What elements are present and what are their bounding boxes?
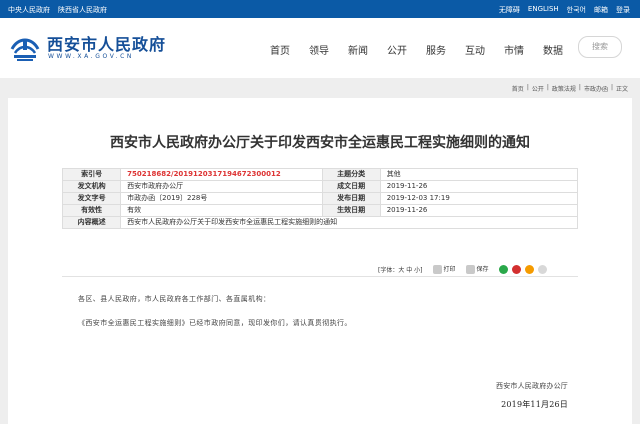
xian-logo-icon[interactable]: [8, 31, 42, 63]
meta-label-published: 发布日期: [321, 192, 381, 205]
more-share-icon[interactable]: [537, 264, 547, 274]
meta-label-topic: 主题分类: [321, 168, 381, 181]
meta-value-published: 2019-12-03 17:19: [379, 192, 579, 205]
meta-value-validity: 有效: [120, 204, 323, 217]
meta-label-summary: 内容概述: [61, 216, 122, 229]
body-paragraph-2: 《西安市全运惠民工程实施细则》已经市政府同意，现印发你们，请认真贯彻执行。: [78, 319, 352, 327]
signature-date: 2019年11月26日: [501, 400, 568, 409]
meta-value-effective: 2019-11-26: [379, 204, 579, 217]
print-label: 打印: [443, 266, 456, 273]
breadcrumb-sep: |: [578, 84, 581, 91]
top-bar: 中央人民政府 陕西省人民政府 无障碍 ENGLISH 한국어 邮箱 登录: [0, 0, 640, 18]
breadcrumb-sep: |: [526, 84, 529, 91]
link-mailbox[interactable]: 邮箱: [594, 5, 608, 15]
meta-value-issuer: 西安市政府办公厅: [120, 180, 323, 193]
signature-org: 西安市人民政府办公厅: [496, 382, 568, 390]
article-title: 西安市人民政府办公厅关于印发西安市全运惠民工程实施细则的通知: [110, 135, 530, 151]
article-tools: [字体：大 中 小] 打印 保存: [378, 264, 547, 274]
breadcrumb-home[interactable]: 首页: [512, 84, 524, 93]
meta-label-index: 索引号: [61, 168, 122, 181]
nav-public[interactable]: 公开: [387, 42, 407, 57]
meta-value-created: 2019-11-26: [379, 180, 579, 193]
breadcrumb-sep: |: [610, 84, 613, 91]
meta-row: 索引号 750218682/2019120317194672300012 主题分…: [61, 168, 579, 181]
print-button[interactable]: 打印: [432, 264, 456, 274]
meta-value-docno: 市政办函〔2019〕228号: [120, 192, 323, 205]
breadcrumb-current: 正文: [615, 86, 628, 93]
site-name[interactable]: 西安市人民政府: [47, 31, 166, 55]
save-button[interactable]: 保存: [465, 264, 489, 274]
nav-leaders[interactable]: 领导: [309, 42, 329, 57]
meta-row: 发文机构 西安市政府办公厅 成文日期 2019-11-26: [61, 180, 579, 193]
meta-label-docno: 发文字号: [61, 192, 122, 205]
nav-city-info[interactable]: 市情: [504, 42, 524, 57]
qzone-icon[interactable]: [524, 264, 534, 274]
article-meta-table: 索引号 750218682/2019120317194672300012 主题分…: [61, 168, 579, 229]
main-nav: 首页 领导 新闻 公开 服务 互动 市情 数据: [270, 42, 563, 57]
meta-row: 内容概述 西安市人民政府办公厅关于印发西安市全运惠民工程实施细则的通知: [61, 216, 578, 229]
font-size-control[interactable]: [字体：大 中 小]: [378, 265, 423, 274]
wechat-icon[interactable]: [498, 264, 508, 274]
signature-block: 西安市人民政府办公厅 2019年11月26日: [496, 381, 568, 410]
nav-services[interactable]: 服务: [426, 42, 446, 57]
link-shaanxi-gov[interactable]: 陕西省人民政府: [58, 5, 107, 15]
search-button[interactable]: 搜索: [578, 36, 622, 58]
share-buttons: [498, 264, 547, 274]
nav-interaction[interactable]: 互动: [465, 42, 485, 57]
weibo-icon[interactable]: [511, 264, 521, 274]
link-english[interactable]: ENGLISH: [528, 5, 559, 15]
link-login[interactable]: 登录: [616, 5, 630, 15]
meta-row: 有效性 有效 生效日期 2019-11-26: [61, 204, 579, 217]
breadcrumb: 首页 | 公开 | 政策法规 | 市政办函 | 正文: [512, 84, 628, 93]
link-central-gov[interactable]: 中央人民政府: [8, 5, 50, 15]
meta-label-created: 成文日期: [321, 180, 381, 193]
link-accessibility[interactable]: 无障碍: [499, 5, 520, 15]
site-header: 西安市人民政府 WWW.XA.GOV.CN 首页 领导 新闻 公开 服务 互动 …: [0, 18, 640, 78]
save-label: 保存: [476, 266, 489, 273]
breadcrumb-policy[interactable]: 政策法规: [552, 84, 576, 93]
article-body: 各区、县人民政府，市人民政府各工作部门、各直属机构： 《西安市全运惠民工程实施细…: [78, 294, 598, 328]
meta-label-issuer: 发文机构: [61, 180, 122, 193]
meta-label-effective: 生效日期: [321, 204, 381, 217]
top-links-right: 无障碍 ENGLISH 한국어 邮箱 登录: [499, 5, 630, 15]
breadcrumb-city-letters[interactable]: 市政办函: [584, 84, 608, 93]
divider: [62, 276, 578, 277]
body-paragraph-1: 各区、县人民政府，市人民政府各工作部门、各直属机构：: [78, 295, 271, 303]
link-korean[interactable]: 한국어: [567, 5, 586, 15]
meta-value-summary: 西安市人民政府办公厅关于印发西安市全运惠民工程实施细则的通知: [120, 216, 578, 229]
meta-value-index: 750218682/2019120317194672300012: [120, 168, 323, 181]
printer-icon: [432, 265, 442, 274]
meta-row: 发文字号 市政办函〔2019〕228号 发布日期 2019-12-03 17:1…: [61, 192, 579, 205]
save-icon: [465, 265, 475, 274]
nav-data[interactable]: 数据: [543, 42, 563, 57]
meta-label-validity: 有效性: [61, 204, 122, 217]
nav-home[interactable]: 首页: [270, 42, 290, 57]
top-links-left: 中央人民政府 陕西省人民政府: [8, 5, 107, 15]
breadcrumb-sep: |: [546, 84, 549, 91]
article-panel: 西安市人民政府办公厅关于印发西安市全运惠民工程实施细则的通知 索引号 75021…: [8, 98, 632, 424]
nav-news[interactable]: 新闻: [348, 42, 368, 57]
site-domain: WWW.XA.GOV.CN: [48, 53, 135, 60]
breadcrumb-public[interactable]: 公开: [532, 84, 544, 93]
meta-value-topic: 其他: [379, 168, 579, 181]
